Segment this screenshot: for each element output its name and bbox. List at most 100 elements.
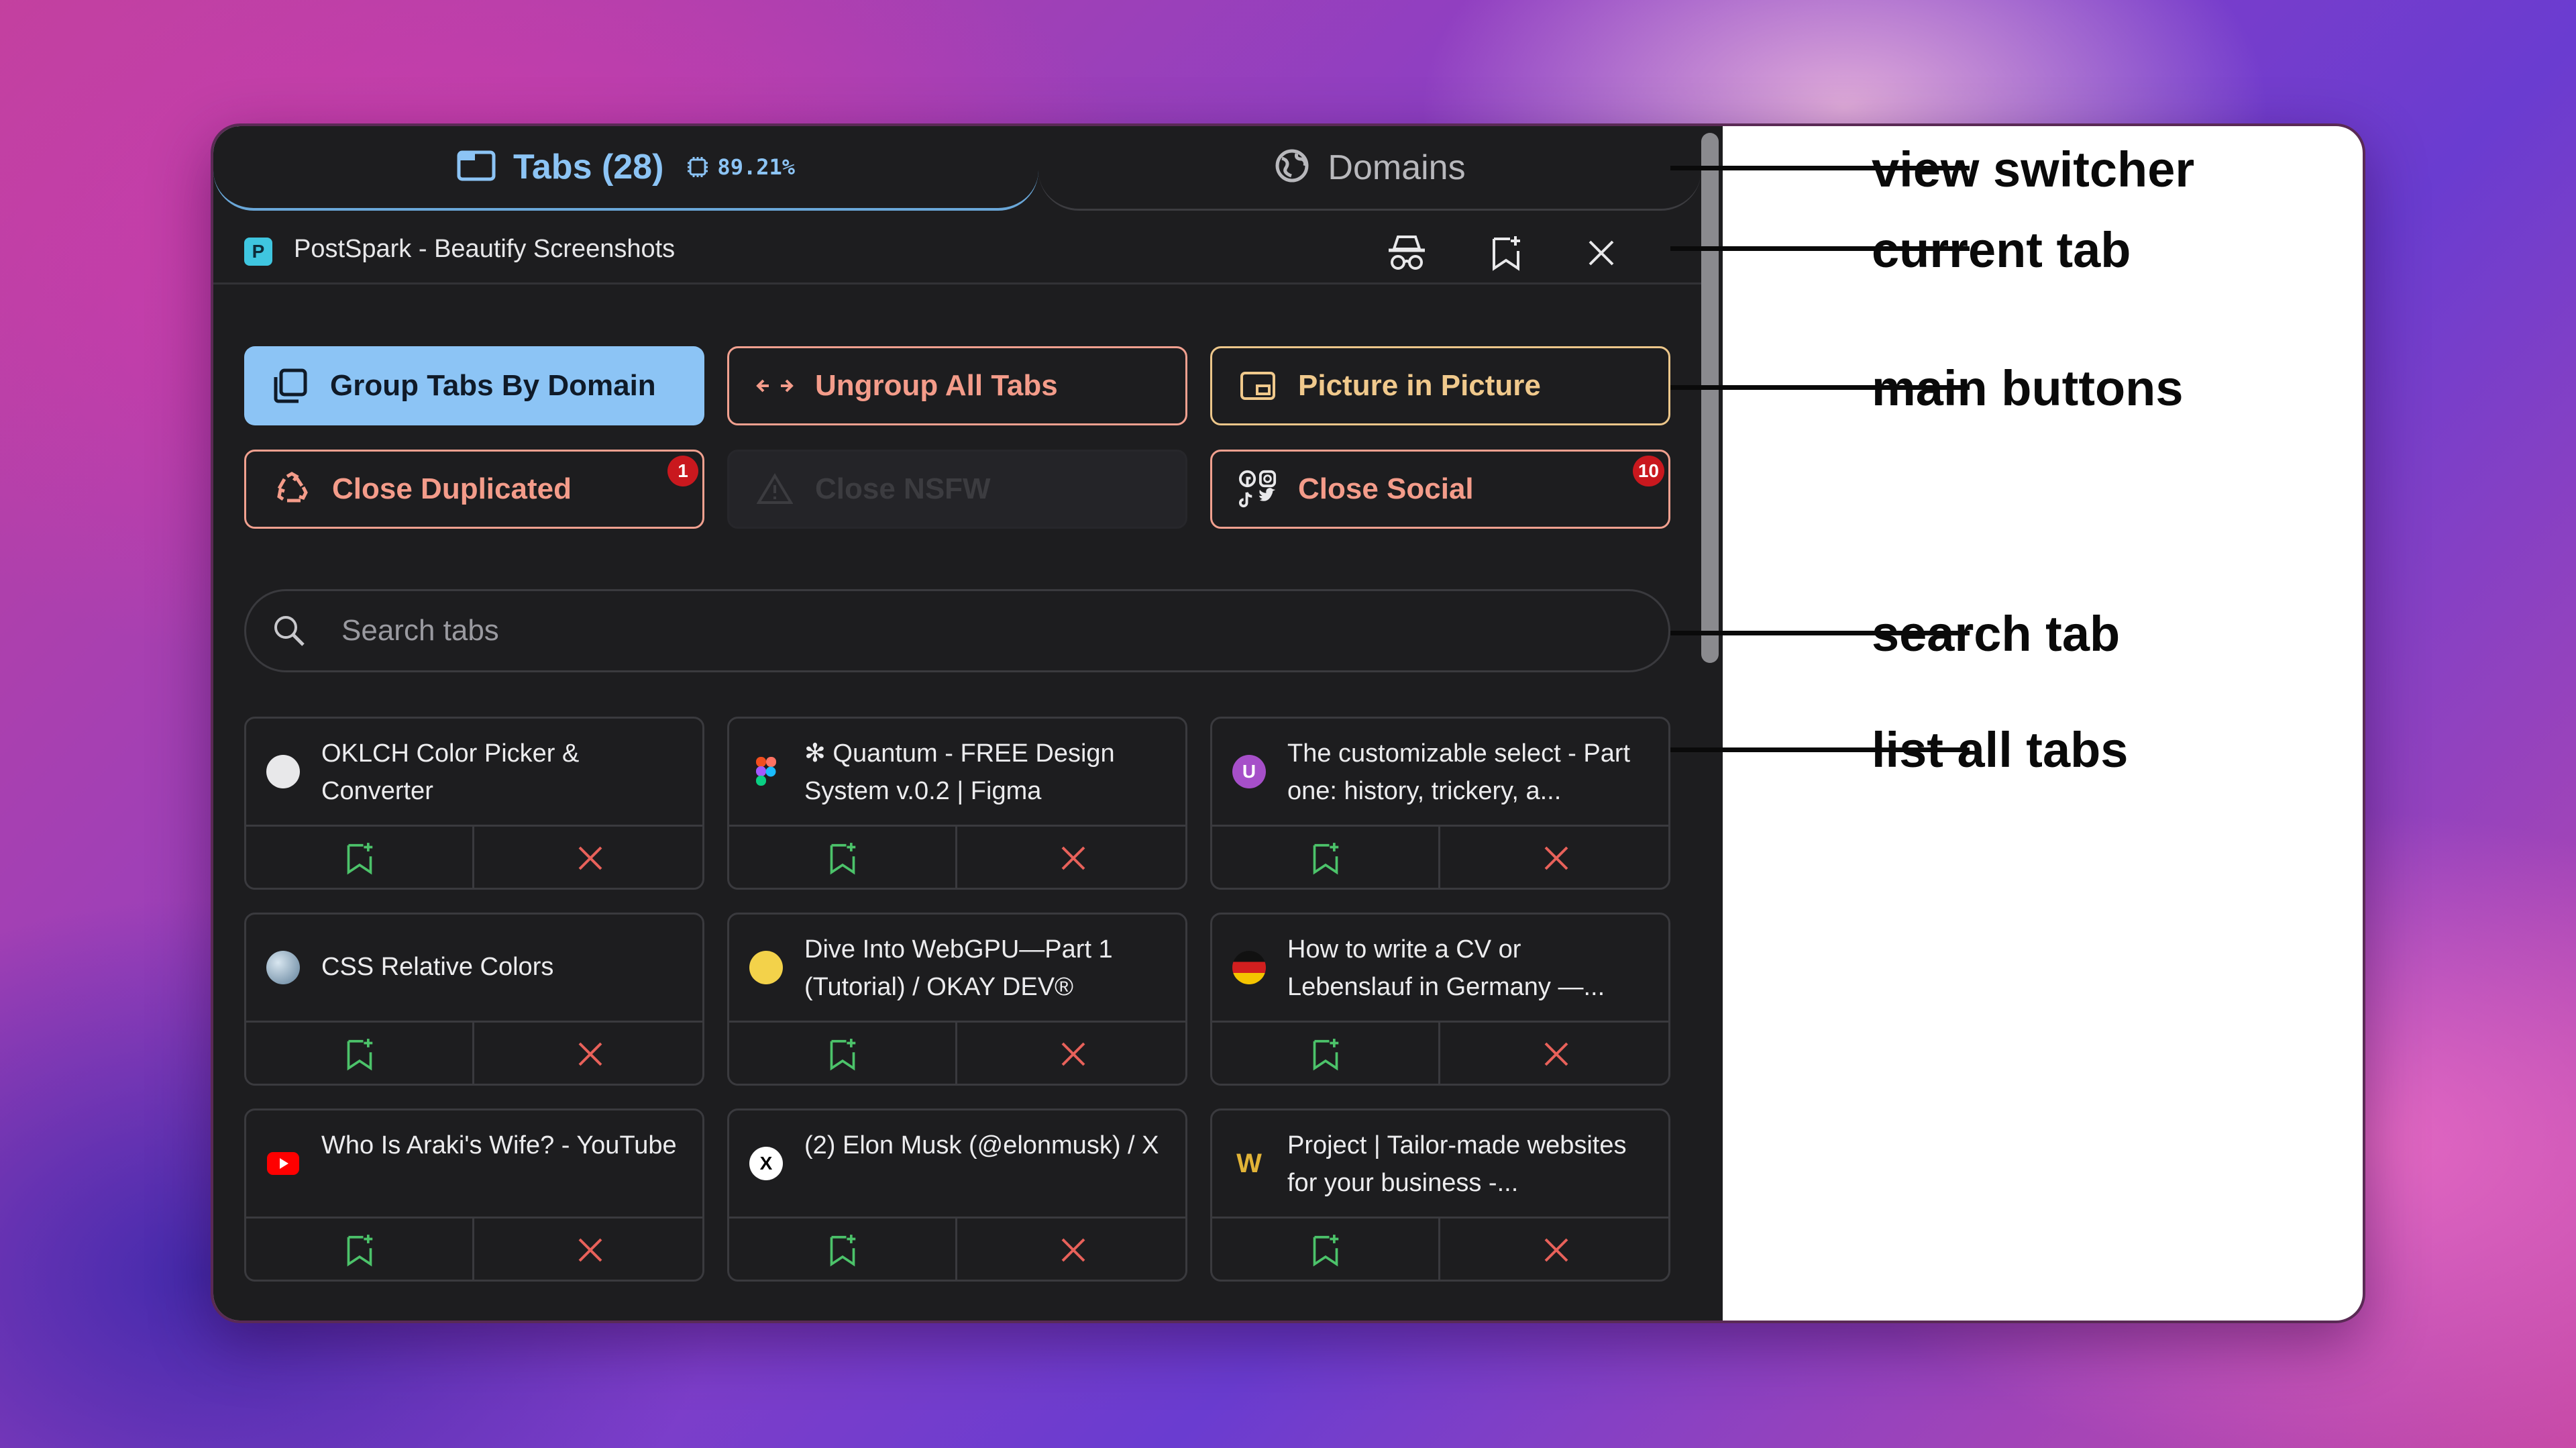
picture-in-picture-icon (1238, 366, 1278, 406)
favicon-letter: X (759, 1153, 773, 1174)
close-tab-icon[interactable] (1442, 1217, 1668, 1280)
current-tab-title[interactable]: PostSpark - Beautify Screenshots (294, 235, 675, 264)
close-tab-icon[interactable] (1442, 825, 1668, 888)
tab-card-open[interactable]: X (2) Elon Musk (@elonmusk) / X (729, 1110, 1185, 1219)
view-switcher: Tabs (28) 89.21% Domains (213, 126, 1701, 213)
bookmark-add-icon[interactable] (729, 825, 957, 888)
tab-card: How to write a CV or Lebenslauf in Germa… (1210, 913, 1670, 1086)
recycle-icon (272, 469, 312, 509)
bookmark-add-icon[interactable] (729, 1217, 957, 1280)
close-tab-icon[interactable] (959, 1217, 1185, 1280)
social-media-icons (1238, 469, 1278, 509)
tab-card-open[interactable]: CSS Relative Colors (246, 915, 702, 1023)
tab-card: CSS Relative Colors (244, 913, 704, 1086)
bookmark-add-icon[interactable] (246, 1217, 474, 1280)
ungroup-label: Ungroup All Tabs (815, 369, 1058, 402)
memory-usage: 89.21% (686, 154, 795, 180)
group-tabs-by-domain-button[interactable]: Group Tabs By Domain (244, 346, 704, 425)
annotation-search-tab: search tab (1872, 606, 2121, 662)
bookmark-add-icon[interactable] (729, 1021, 957, 1084)
tab-card-open[interactable]: Who Is Araki's Wife? - YouTube (246, 1110, 702, 1219)
stacked-windows-icon (270, 366, 310, 406)
tab-title: Dive Into WebGPU—Part 1 (Tutorial) / OKA… (804, 935, 1113, 1001)
pip-label: Picture in Picture (1298, 369, 1541, 402)
smiley-icon (749, 951, 783, 984)
close-tab-icon[interactable] (959, 825, 1185, 888)
search-input[interactable] (340, 613, 1550, 648)
close-tab-icon[interactable] (959, 1021, 1185, 1084)
bookmark-add-icon[interactable] (1212, 1021, 1440, 1084)
globe-photo-icon (266, 951, 300, 984)
tab-card-open[interactable]: W Project | Tailor-made websites for your… (1212, 1110, 1668, 1219)
close-duplicated-label: Close Duplicated (332, 472, 572, 505)
favicon-letter: U (1242, 761, 1256, 782)
search-bar (244, 589, 1670, 672)
tab-card-open[interactable]: ✻ Quantum - FREE Design System v.0.2 | F… (729, 719, 1185, 827)
window-tab-icon (457, 150, 496, 185)
postspark-favicon-icon: P (244, 238, 272, 266)
close-icon[interactable] (1578, 229, 1625, 276)
annotation-view-switcher: view switcher (1872, 142, 2195, 197)
bookmark-add-icon[interactable] (246, 825, 474, 888)
close-duplicated-button[interactable]: Close Duplicated 1 (244, 450, 704, 529)
expand-arrows-icon (755, 366, 795, 406)
figma-icon (749, 755, 783, 788)
close-social-button[interactable]: Close Social 10 (1210, 450, 1670, 529)
u-icon: U (1232, 755, 1266, 788)
close-tab-icon[interactable] (476, 825, 702, 888)
ungroup-all-tabs-button[interactable]: Ungroup All Tabs (727, 346, 1187, 425)
tab-card: Who Is Araki's Wife? - YouTube (244, 1108, 704, 1282)
bookmark-add-icon[interactable] (1483, 229, 1529, 276)
tab-title: How to write a CV or Lebenslauf in Germa… (1287, 935, 1605, 1001)
tab-card: OKLCH Color Picker & Converter (244, 717, 704, 890)
domains-label: Domains (1328, 148, 1466, 187)
social-count-badge: 10 (1632, 456, 1664, 486)
bookmark-add-icon[interactable] (1212, 1217, 1440, 1280)
tab-card-open[interactable]: U The customizable select - Part one: his… (1212, 719, 1668, 827)
w-icon: W (1232, 1147, 1266, 1180)
favicon-letter: W (1236, 1148, 1262, 1178)
youtube-icon (266, 1147, 300, 1180)
close-social-label: Close Social (1298, 472, 1474, 505)
tab-title: (2) Elon Musk (@elonmusk) / X (804, 1131, 1159, 1159)
oklch-icon (266, 755, 300, 788)
tab-title: Who Is Araki's Wife? - YouTube (321, 1131, 677, 1159)
tabs-count-label: Tabs (28) (513, 148, 664, 187)
warning-icon (755, 469, 795, 509)
tab-view-tabs[interactable]: Tabs (28) 89.21% (213, 126, 1038, 211)
close-nsfw-label: Close NSFW (815, 472, 991, 505)
tab-card: ✻ Quantum - FREE Design System v.0.2 | F… (727, 717, 1187, 890)
chip-icon (688, 157, 708, 177)
tab-title: CSS Relative Colors (321, 953, 554, 981)
german-flag-icon (1232, 951, 1266, 984)
close-tab-icon[interactable] (1442, 1021, 1668, 1084)
tab-title: Project | Tailor-made websites for your … (1287, 1131, 1627, 1197)
tab-manager-panel: Tabs (28) 89.21% Domains P PostSpark - B… (213, 126, 1723, 1321)
x-icon: X (749, 1147, 783, 1180)
tab-card: W Project | Tailor-made websites for your… (1210, 1108, 1670, 1282)
tab-title: The customizable select - Part one: hist… (1287, 739, 1631, 805)
current-tab-bar: P PostSpark - Beautify Screenshots (213, 217, 1701, 285)
incognito-icon[interactable] (1383, 229, 1430, 276)
tab-card-open[interactable]: How to write a CV or Lebenslauf in Germa… (1212, 915, 1668, 1023)
close-nsfw-button[interactable]: Close NSFW (727, 450, 1187, 529)
tab-card-open[interactable]: OKLCH Color Picker & Converter (246, 719, 702, 827)
picture-in-picture-button[interactable]: Picture in Picture (1210, 346, 1670, 425)
bookmark-add-icon[interactable] (1212, 825, 1440, 888)
annotation-list-all-tabs: list all tabs (1872, 722, 2129, 778)
tab-title: OKLCH Color Picker & Converter (321, 739, 580, 805)
tab-card-open[interactable]: Dive Into WebGPU—Part 1 (Tutorial) / OKA… (729, 915, 1185, 1023)
tab-title: ✻ Quantum - FREE Design System v.0.2 | F… (804, 739, 1115, 805)
annotation-main-buttons: main buttons (1872, 360, 2184, 416)
scrollbar[interactable] (1701, 133, 1719, 663)
annotation-current-tab: current tab (1872, 222, 2131, 278)
memory-value: 89.21% (717, 154, 796, 180)
tab-view-domains[interactable]: Domains (1038, 126, 1701, 211)
close-tab-icon[interactable] (476, 1021, 702, 1084)
tab-card: U The customizable select - Part one: his… (1210, 717, 1670, 890)
close-tab-icon[interactable] (476, 1217, 702, 1280)
search-icon (269, 611, 309, 651)
tab-card: X (2) Elon Musk (@elonmusk) / X (727, 1108, 1187, 1282)
bookmark-add-icon[interactable] (246, 1021, 474, 1084)
globe-icon (1274, 148, 1310, 187)
